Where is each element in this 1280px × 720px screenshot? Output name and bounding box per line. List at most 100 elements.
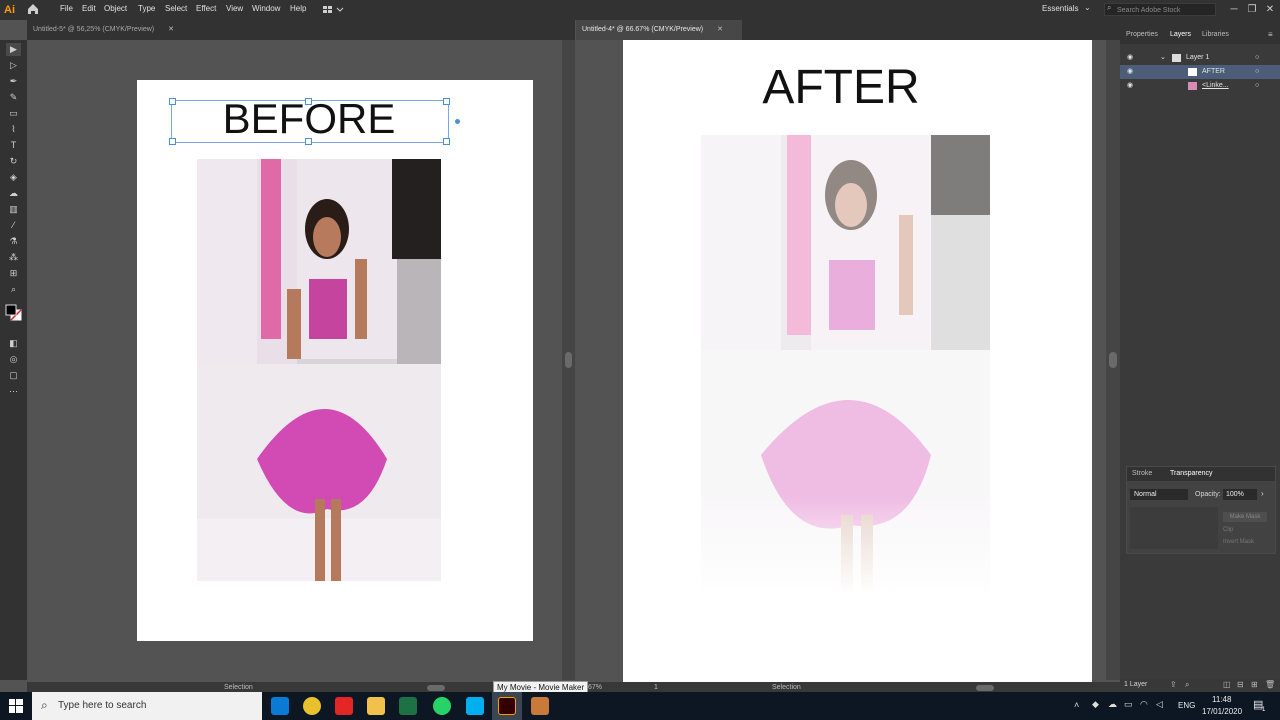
home-icon[interactable] xyxy=(26,2,42,18)
menu-file[interactable]: File xyxy=(60,4,73,13)
eyedropper-tool-icon[interactable]: ⁄ xyxy=(6,219,21,232)
clipping-mask-icon[interactable]: ◫ xyxy=(1223,680,1231,689)
type-tool-icon[interactable]: T xyxy=(6,139,21,152)
tab-untitled-5[interactable]: Untitled-5* @ 56,25% (CMYK/Preview) ✕ xyxy=(27,20,193,40)
layer-name[interactable]: Layer 1 xyxy=(1186,51,1209,65)
eraser-tool-icon[interactable]: ◈ xyxy=(6,171,21,184)
taskbar-search-input[interactable]: Type here to search xyxy=(32,692,262,720)
vertical-scrollbar[interactable] xyxy=(1106,40,1120,680)
layer-name[interactable]: AFTER xyxy=(1202,65,1225,79)
blend-mode-select[interactable]: Normal xyxy=(1130,489,1188,500)
scrollbar-thumb[interactable] xyxy=(565,352,572,368)
artboard-after[interactable]: AFTER xyxy=(623,40,1092,682)
chevron-down-icon[interactable]: ⌄ xyxy=(1084,3,1091,12)
artboard-before[interactable]: BEFORE xyxy=(137,80,533,641)
artboard-tool-icon[interactable]: ⊞ xyxy=(6,267,21,280)
target-circle-icon[interactable]: ○ xyxy=(1255,65,1259,79)
clock-time[interactable]: 11:48 xyxy=(1212,695,1231,704)
horizontal-scrollbar-thumb[interactable] xyxy=(427,685,445,691)
skype-icon[interactable] xyxy=(466,697,484,715)
before-heading[interactable]: BEFORE xyxy=(171,96,447,142)
chevron-down-icon[interactable]: ⌄ xyxy=(1160,51,1166,65)
target-circle-icon[interactable]: ○ xyxy=(1255,51,1259,65)
export-icon[interactable]: ⇪ xyxy=(1170,680,1177,689)
whatsapp-icon[interactable] xyxy=(433,697,451,715)
edge-icon[interactable] xyxy=(271,697,289,715)
paintbrush-tool-icon[interactable]: ⌇ xyxy=(6,123,21,136)
menu-window[interactable]: Window xyxy=(252,4,280,13)
text-threading-port[interactable] xyxy=(455,119,460,124)
scrollbar-thumb[interactable] xyxy=(1109,352,1117,368)
fill-stroke-swatch-icon[interactable] xyxy=(5,304,22,321)
close-tab-icon[interactable]: ✕ xyxy=(168,26,174,33)
color-mode-icon[interactable]: ◧ xyxy=(6,337,21,350)
after-heading[interactable]: AFTER xyxy=(623,62,1059,114)
restore-button[interactable]: ❐ xyxy=(1244,2,1260,18)
battery-icon[interactable]: ▭ xyxy=(1124,699,1133,710)
chrome-icon[interactable] xyxy=(303,697,321,715)
arrange-documents-icon[interactable] xyxy=(322,4,344,16)
illustrator-icon[interactable] xyxy=(498,697,516,715)
pen-tool-icon[interactable]: ✒ xyxy=(6,75,21,88)
tab-layers[interactable]: Layers xyxy=(1170,31,1191,38)
clip-checkbox[interactable]: Clip xyxy=(1223,527,1233,533)
left-vertical-scrollbar[interactable] xyxy=(562,40,575,680)
workspace-switcher[interactable]: Essentials xyxy=(1042,4,1078,13)
screen-mode-icon[interactable]: ▢ xyxy=(6,369,21,382)
horizontal-scrollbar-thumb[interactable] xyxy=(976,685,994,691)
opacity-input[interactable]: 100% xyxy=(1223,489,1257,500)
curvature-tool-icon[interactable]: ✎ xyxy=(6,91,21,104)
visibility-eye-icon[interactable]: ◉ xyxy=(1127,65,1133,79)
close-tab-icon[interactable]: ✕ xyxy=(717,26,723,33)
photo-after[interactable] xyxy=(701,135,990,593)
clock-date[interactable]: 17/01/2020 xyxy=(1202,707,1242,716)
warp-tool-icon[interactable]: ☁ xyxy=(6,187,21,200)
trash-icon[interactable]: 🗑 xyxy=(1265,680,1275,689)
new-layer-icon[interactable]: ⊞ xyxy=(1251,680,1258,689)
excel-icon[interactable] xyxy=(399,697,417,715)
tab-properties[interactable]: Properties xyxy=(1126,31,1158,38)
panel-menu-icon[interactable]: ≡ xyxy=(1268,30,1273,39)
tab-libraries[interactable]: Libraries xyxy=(1202,31,1229,38)
right-canvas[interactable]: AFTER xyxy=(576,40,1120,682)
tab-transparency[interactable]: Transparency xyxy=(1170,470,1213,477)
rectangle-tool-icon[interactable]: ▭ xyxy=(6,107,21,120)
windows-start-icon[interactable] xyxy=(9,699,23,713)
draw-mode-icon[interactable]: ◎ xyxy=(6,353,21,366)
menu-view[interactable]: View xyxy=(226,4,243,13)
search-icon[interactable]: ⌕ xyxy=(1185,680,1189,690)
tab-stroke[interactable]: Stroke xyxy=(1132,470,1152,477)
menu-edit[interactable]: Edit xyxy=(82,4,96,13)
menu-select[interactable]: Select xyxy=(165,4,187,13)
minimize-button[interactable]: ─ xyxy=(1226,2,1242,18)
file-explorer-icon[interactable] xyxy=(367,697,385,715)
stock-search-input[interactable]: Search Adobe Stock xyxy=(1104,3,1216,16)
layer-row-layer-1[interactable]: ◉ ⌄ Layer 1 ○ xyxy=(1120,51,1280,65)
layer-row-linked[interactable]: ◉ <Linke... ○ xyxy=(1120,79,1280,93)
zoom-tool-icon[interactable]: ⌕ xyxy=(6,283,21,296)
invert-mask-checkbox[interactable]: Invert Mask xyxy=(1223,539,1254,545)
layer-name[interactable]: <Linke... xyxy=(1202,79,1229,93)
menu-help[interactable]: Help xyxy=(290,4,306,13)
blend-tool-icon[interactable]: ⚗ xyxy=(6,235,21,248)
language-indicator[interactable]: ENG xyxy=(1178,701,1195,710)
new-sublayer-icon[interactable]: ⊟ xyxy=(1237,680,1244,689)
close-button[interactable]: ✕ xyxy=(1262,2,1278,18)
direct-selection-tool-icon[interactable]: ▷ xyxy=(6,59,21,72)
selection-tool-icon[interactable]: ▶ xyxy=(6,43,21,56)
movie-maker-icon[interactable] xyxy=(531,697,549,715)
visibility-eye-icon[interactable]: ◉ xyxy=(1127,51,1133,65)
gradient-tool-icon[interactable]: ▥ xyxy=(6,203,21,216)
rotate-tool-icon[interactable]: ↻ xyxy=(6,155,21,168)
left-canvas[interactable]: BEFORE xyxy=(27,40,575,680)
symbol-sprayer-tool-icon[interactable]: ⁂ xyxy=(6,251,21,264)
more-tools-icon[interactable]: ⋯ xyxy=(6,385,21,398)
make-mask-button[interactable]: Make Mask xyxy=(1223,512,1267,522)
chevron-right-icon[interactable]: › xyxy=(1261,489,1264,498)
target-circle-icon[interactable]: ○ xyxy=(1255,79,1259,93)
chevron-up-icon[interactable]: ˄ xyxy=(1074,700,1079,710)
menu-effect[interactable]: Effect xyxy=(196,4,216,13)
wifi-icon[interactable]: ◠ xyxy=(1140,699,1148,710)
tab-untitled-4[interactable]: Untitled-4* @ 66.67% (CMYK/Preview) ✕ xyxy=(576,20,742,40)
youtube-icon[interactable] xyxy=(335,697,353,715)
